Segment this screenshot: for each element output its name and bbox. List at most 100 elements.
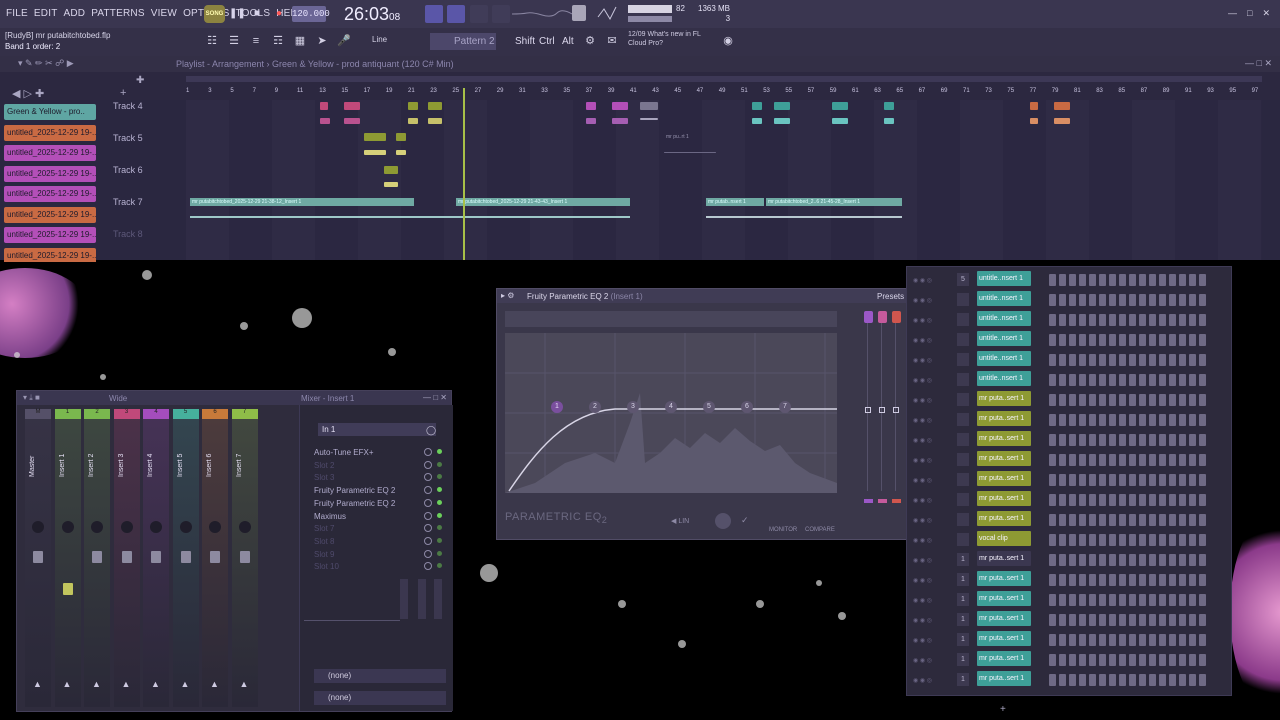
channel-button[interactable]: mr puta..sert 1	[977, 551, 1031, 566]
step-button[interactable]	[1139, 514, 1146, 526]
step-button[interactable]	[1199, 314, 1206, 326]
step-button[interactable]	[1179, 394, 1186, 406]
step-button[interactable]	[1199, 414, 1206, 426]
step-button[interactable]	[1189, 494, 1196, 506]
step-button[interactable]	[1169, 654, 1176, 666]
mixer-preset[interactable]: Wide	[109, 394, 127, 403]
input-settings-icon[interactable]: ◯	[426, 425, 436, 436]
pan-knob[interactable]	[179, 521, 192, 533]
channel-knobs-icon[interactable]: ◉ ◉ ◎	[913, 557, 949, 564]
channel-mixer-track[interactable]: 1	[957, 613, 969, 626]
step-button[interactable]	[1189, 634, 1196, 646]
channel-knobs-icon[interactable]: ◉ ◉ ◎	[913, 637, 949, 644]
step-button[interactable]	[1099, 434, 1106, 446]
eq-band-handle[interactable]: 5	[703, 401, 715, 413]
effect-slot[interactable]: Slot 9	[314, 549, 334, 561]
step-button[interactable]	[1169, 674, 1176, 686]
channel-knobs-icon[interactable]: ◉ ◉ ◎	[913, 537, 949, 544]
playlist-window-controls[interactable]: — □ ✕	[1245, 58, 1272, 69]
menu-file[interactable]: FILE	[6, 8, 28, 19]
channel-knobs-icon[interactable]: ◉ ◉ ◎	[913, 517, 949, 524]
pattern-clip[interactable]	[384, 182, 398, 187]
step-button[interactable]	[1069, 574, 1076, 586]
step-button[interactable]	[1109, 534, 1116, 546]
step-button[interactable]	[1169, 554, 1176, 566]
step-button[interactable]	[1179, 314, 1186, 326]
news-icon[interactable]: ✉	[604, 33, 620, 49]
channel-mixer-track[interactable]: 1	[957, 573, 969, 586]
step-button[interactable]	[1089, 574, 1096, 586]
step-button[interactable]	[1129, 334, 1136, 346]
pause-button[interactable]: ❚❚	[229, 7, 246, 21]
pattern-clip[interactable]	[612, 118, 628, 124]
step-button[interactable]	[1159, 294, 1166, 306]
slot-enable-led[interactable]	[437, 461, 442, 467]
step-button[interactable]	[1109, 654, 1116, 666]
channel-knobs-icon[interactable]: ◉ ◉ ◎	[913, 277, 949, 284]
step-button[interactable]	[1099, 634, 1106, 646]
step-button[interactable]	[1069, 614, 1076, 626]
step-button[interactable]	[1049, 314, 1056, 326]
step-button[interactable]	[1179, 474, 1186, 486]
channel-knobs-icon[interactable]: ◉ ◉ ◎	[913, 437, 949, 444]
step-button[interactable]	[1179, 274, 1186, 286]
step-button[interactable]	[1149, 314, 1156, 326]
channel-mixer-track[interactable]	[957, 513, 969, 526]
step-button[interactable]	[1119, 534, 1126, 546]
step-button[interactable]	[1129, 674, 1136, 686]
channel-mixer-track[interactable]	[957, 473, 969, 486]
step-button[interactable]	[1179, 434, 1186, 446]
playlist-lanes[interactable]	[186, 100, 1262, 260]
pattern-clip[interactable]	[586, 118, 596, 124]
volume-fader[interactable]	[151, 551, 161, 563]
step-button[interactable]	[1059, 474, 1066, 486]
step-button[interactable]	[1139, 494, 1146, 506]
channel-knobs-icon[interactable]: ◉ ◉ ◎	[913, 297, 949, 304]
step-button[interactable]	[1109, 334, 1116, 346]
step-button[interactable]	[1129, 594, 1136, 606]
pattern-item[interactable]: untitled_2025-12-29 19-..	[4, 186, 96, 202]
step-edit-icon[interactable]	[447, 5, 465, 23]
step-button[interactable]	[1199, 394, 1206, 406]
step-button[interactable]	[1139, 354, 1146, 366]
pattern-nav-icon[interactable]: ◀ ▷ ✚	[12, 87, 44, 100]
step-button[interactable]	[1069, 534, 1076, 546]
timeline-ruler[interactable]: 1 3 5 7 9 11 13 15 17 19 21 23 25 27 29 31 33 35 37 39 41 43 4…	[186, 88, 1262, 98]
step-button[interactable]	[1139, 334, 1146, 346]
step-button[interactable]	[1119, 334, 1126, 346]
microphone-icon[interactable]: 🎤	[336, 33, 352, 49]
stop-button[interactable]: ■	[250, 7, 264, 21]
plugin-picker-icon[interactable]: ➤	[314, 33, 330, 49]
step-button[interactable]	[1089, 494, 1096, 506]
step-sequencer[interactable]	[1049, 474, 1206, 486]
step-button[interactable]	[1079, 574, 1086, 586]
step-button[interactable]	[1149, 514, 1156, 526]
step-button[interactable]	[1109, 674, 1116, 686]
slot-enable-led[interactable]	[437, 512, 442, 518]
step-button[interactable]	[1099, 294, 1106, 306]
step-button[interactable]	[1079, 514, 1086, 526]
step-button[interactable]	[1189, 574, 1196, 586]
step-button[interactable]	[1109, 454, 1116, 466]
mixer-strip[interactable]: 3 Insert 3 ▲	[113, 409, 140, 707]
pattern-clip[interactable]	[1054, 118, 1070, 124]
step-button[interactable]	[1049, 414, 1056, 426]
step-button[interactable]	[1129, 514, 1136, 526]
step-button[interactable]	[1049, 674, 1056, 686]
step-button[interactable]	[1179, 534, 1186, 546]
step-button[interactable]	[1129, 454, 1136, 466]
step-button[interactable]	[1139, 314, 1146, 326]
mixer-menu-icon[interactable]: ▾ ⤓ ■	[23, 393, 40, 403]
channel-knobs-icon[interactable]: ◉ ◉ ◎	[913, 377, 949, 384]
channel-knobs-icon[interactable]: ◉ ◉ ◎	[913, 457, 949, 464]
step-button[interactable]	[1059, 514, 1066, 526]
step-button[interactable]	[1089, 314, 1096, 326]
volume-fader[interactable]	[62, 583, 73, 595]
settings-icon[interactable]: ⚙	[582, 33, 598, 49]
step-button[interactable]	[1109, 314, 1116, 326]
step-sequencer[interactable]	[1049, 574, 1206, 586]
channel-mixer-track[interactable]: 1	[957, 653, 969, 666]
step-button[interactable]	[1119, 354, 1126, 366]
band-gain-handle[interactable]	[879, 407, 885, 413]
step-button[interactable]	[1189, 654, 1196, 666]
